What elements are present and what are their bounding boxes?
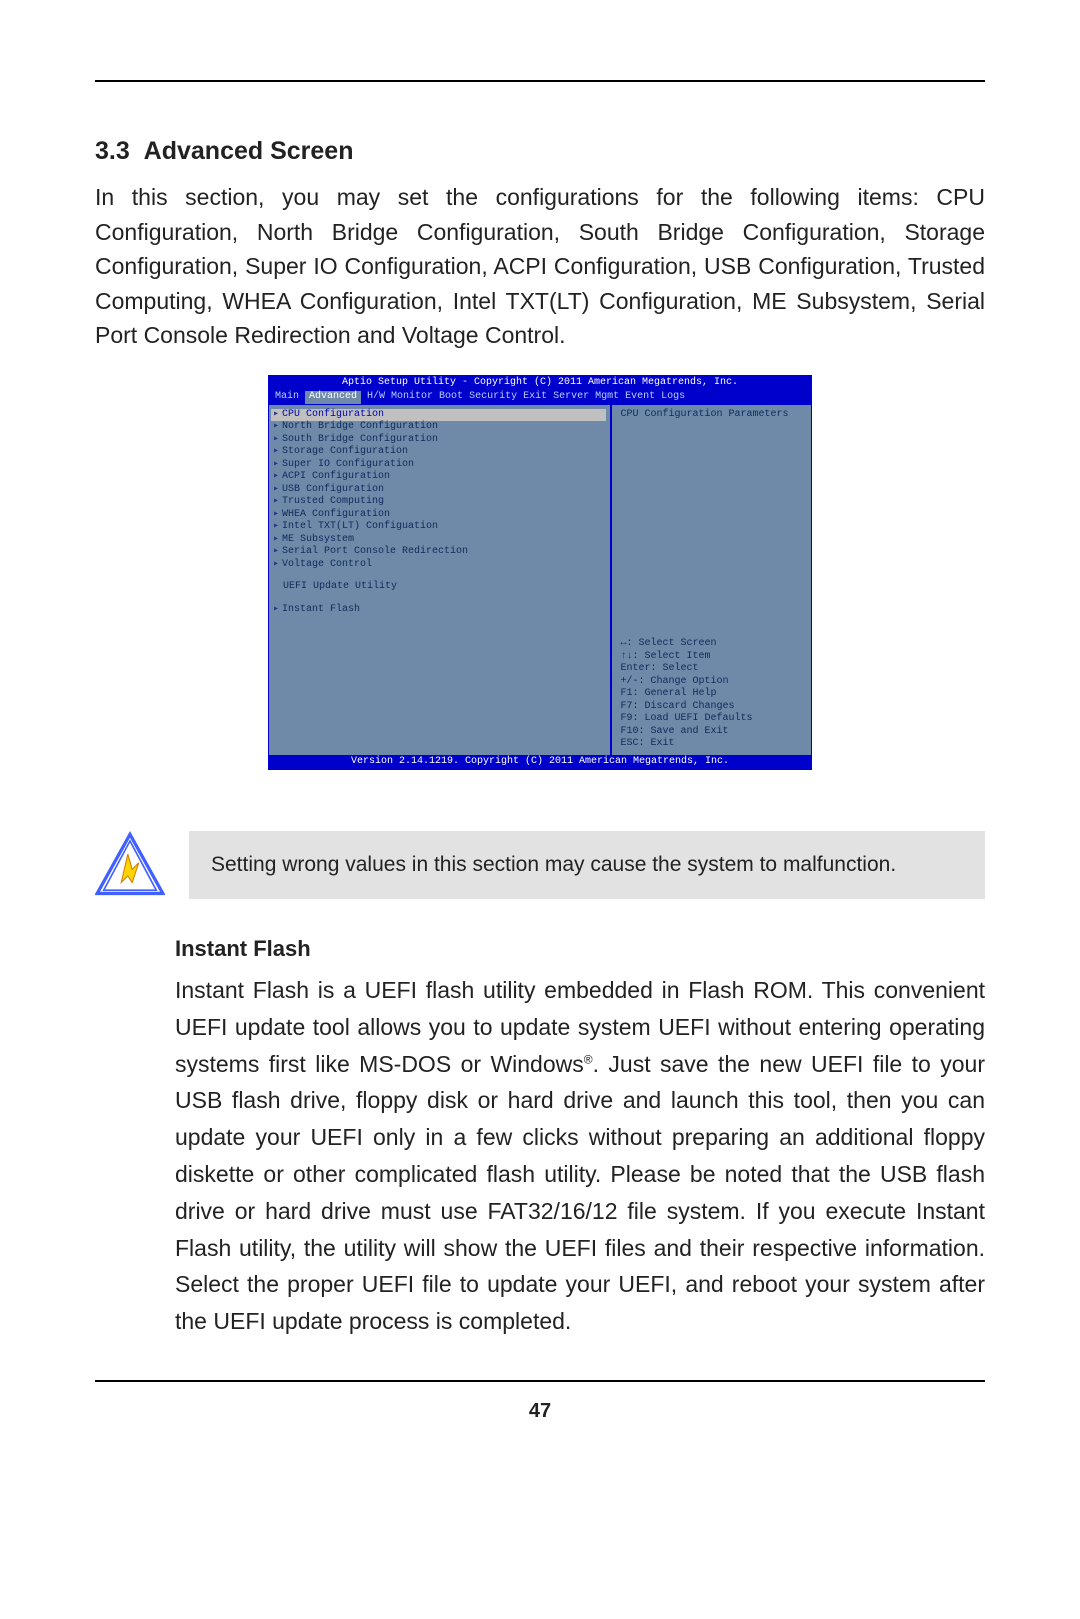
bios-tab-server-mgmt[interactable]: Server Mgmt: [553, 391, 619, 404]
bios-help-key: F1: General Help: [620, 688, 807, 701]
warning-text: Setting wrong values in this section may…: [189, 831, 985, 899]
bottom-rule: [95, 1380, 985, 1382]
submenu-icon: ▸: [273, 496, 279, 507]
subsection: Instant Flash Instant Flash is a UEFI fl…: [175, 936, 985, 1340]
submenu-icon: ▸: [273, 459, 279, 470]
bios-menu-whea[interactable]: ▸WHEA Configuration: [273, 509, 606, 522]
submenu-icon: ▸: [273, 546, 279, 557]
bios-help-key: ↑↓: Select Item: [620, 651, 807, 664]
bios-menu-label: Voltage Control: [282, 559, 372, 570]
bios-menu-voltage[interactable]: ▸Voltage Control: [273, 559, 606, 572]
bios-tab-main[interactable]: Main: [275, 391, 299, 404]
top-rule: [95, 80, 985, 82]
submenu-icon: ▸: [273, 471, 279, 482]
bios-help-key: F10: Save and Exit: [620, 726, 807, 739]
subsection-body: Instant Flash is a UEFI flash utility em…: [175, 972, 985, 1340]
section-number: 3.3: [95, 137, 130, 165]
submenu-icon: ▸: [273, 534, 279, 545]
warning-callout: Setting wrong values in this section may…: [95, 830, 985, 900]
bios-tab-event-logs[interactable]: Event Logs: [625, 391, 685, 404]
bios-menu-label: Intel TXT(LT) Configuation: [282, 521, 438, 532]
bios-menu-me-subsystem[interactable]: ▸ME Subsystem: [273, 534, 606, 547]
submenu-icon: ▸: [273, 484, 279, 495]
bios-menu-label: Storage Configuration: [282, 446, 408, 457]
bios-menu-super-io[interactable]: ▸Super IO Configuration: [273, 459, 606, 472]
submenu-icon: ▸: [273, 559, 279, 570]
bios-footer: Version 2.14.1219. Copyright (C) 2011 Am…: [269, 755, 811, 770]
bios-menu-label: ACPI Configuration: [282, 471, 390, 482]
bios-menu-label: CPU Configuration: [282, 409, 384, 420]
bios-help-key: ↔: Select Screen: [620, 638, 807, 651]
bios-help-key: Enter: Select: [620, 663, 807, 676]
bios-menu-label: Serial Port Console Redirection: [282, 546, 468, 557]
page: 3.3 Advanced Screen In this section, you…: [0, 0, 1080, 1463]
bios-screenshot: Aptio Setup Utility - Copyright (C) 2011…: [268, 375, 812, 771]
bios-tab-exit[interactable]: Exit: [523, 391, 547, 404]
subsection-body-post: . Just save the new UEFI file to your US…: [175, 1051, 985, 1335]
warning-icon: [95, 830, 165, 900]
bios-menu-label: Instant Flash: [282, 604, 360, 615]
bios-menu-label: USB Configuration: [282, 484, 384, 495]
bios-menu-south-bridge[interactable]: ▸South Bridge Configuration: [273, 434, 606, 447]
submenu-icon: ▸: [273, 521, 279, 532]
bios-tab-boot[interactable]: Boot: [439, 391, 463, 404]
bios-menu-instant-flash[interactable]: ▸Instant Flash: [273, 604, 606, 617]
bios-help-keys: ↔: Select Screen ↑↓: Select Item Enter: …: [620, 638, 807, 751]
bios-menu-usb[interactable]: ▸USB Configuration: [273, 484, 606, 497]
bios-help-key: +/-: Change Option: [620, 676, 807, 689]
bios-menu-label: North Bridge Configuration: [282, 421, 438, 432]
submenu-icon: ▸: [273, 509, 279, 520]
submenu-icon: ▸: [273, 604, 279, 615]
bios-menu-label: ME Subsystem: [282, 534, 354, 545]
submenu-icon: ▸: [273, 421, 279, 432]
bios-tab-security[interactable]: Security: [469, 391, 517, 404]
subsection-title: Instant Flash: [175, 936, 985, 962]
section-intro: In this section, you may set the configu…: [95, 180, 985, 353]
bios-menu-trusted-computing[interactable]: ▸Trusted Computing: [273, 496, 606, 509]
bios-menu-intel-txt[interactable]: ▸Intel TXT(LT) Configuation: [273, 521, 606, 534]
bios-group-label: UEFI Update Utility: [283, 581, 606, 594]
bios-tab-advanced[interactable]: Advanced: [305, 391, 361, 404]
section-heading: Advanced Screen: [144, 137, 354, 165]
bios-menu-storage[interactable]: ▸Storage Configuration: [273, 446, 606, 459]
bios-menu-label: Super IO Configuration: [282, 459, 414, 470]
bios-help-description: CPU Configuration Parameters: [620, 409, 807, 422]
bios-menu-panel: ▸CPU Configuration ▸North Bridge Configu…: [269, 405, 610, 755]
registered-symbol: ®: [584, 1052, 593, 1066]
bios-tabbar: Main Advanced H/W Monitor Boot Security …: [269, 390, 811, 405]
section-title: 3.3 Advanced Screen: [95, 137, 985, 166]
bios-help-panel: CPU Configuration Parameters ↔: Select S…: [610, 405, 811, 755]
bios-header: Aptio Setup Utility - Copyright (C) 2011…: [269, 376, 811, 391]
bios-menu-label: WHEA Configuration: [282, 509, 390, 520]
bios-menu-cpu[interactable]: ▸CPU Configuration: [271, 409, 606, 422]
bios-help-key: ESC: Exit: [620, 738, 807, 751]
bios-menu-label: South Bridge Configuration: [282, 434, 438, 445]
submenu-icon: ▸: [273, 434, 279, 445]
bios-menu-label: Trusted Computing: [282, 496, 384, 507]
bios-menu-acpi[interactable]: ▸ACPI Configuration: [273, 471, 606, 484]
submenu-icon: ▸: [273, 409, 279, 420]
bios-menu-north-bridge[interactable]: ▸North Bridge Configuration: [273, 421, 606, 434]
bios-tab-hwmonitor[interactable]: H/W Monitor: [367, 391, 433, 404]
page-number: 47: [95, 1400, 985, 1423]
bios-help-key: F7: Discard Changes: [620, 701, 807, 714]
bios-menu-serial-console[interactable]: ▸Serial Port Console Redirection: [273, 546, 606, 559]
bios-body: ▸CPU Configuration ▸North Bridge Configu…: [269, 405, 811, 755]
submenu-icon: ▸: [273, 446, 279, 457]
bios-help-key: F9: Load UEFI Defaults: [620, 713, 807, 726]
